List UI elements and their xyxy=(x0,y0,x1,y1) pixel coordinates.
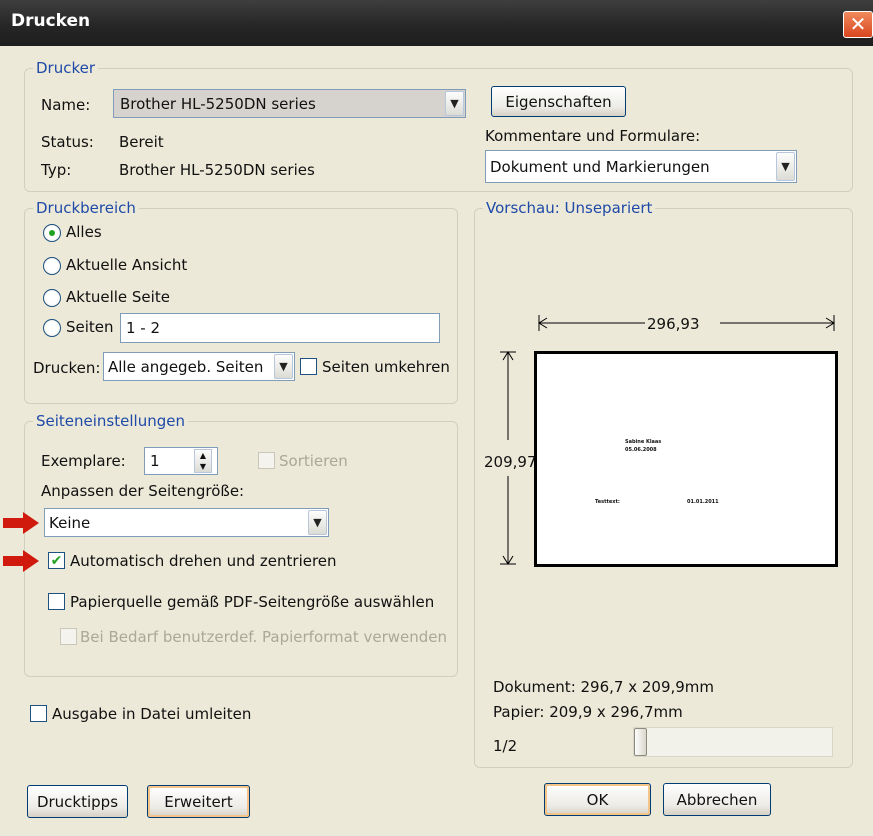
output-to-file-checkbox[interactable] xyxy=(30,705,47,722)
preview-text-date: 05.06.2008 xyxy=(625,447,657,453)
printer-group-legend: Drucker xyxy=(33,59,99,77)
fit-page-size-value: Keine xyxy=(49,513,91,532)
reverse-pages-label[interactable]: Seiten umkehren xyxy=(322,358,450,376)
printer-type-value: Brother HL-5250DN series xyxy=(119,161,315,179)
red-arrow-icon xyxy=(3,512,39,534)
copies-spinner[interactable]: ▲ ▼ xyxy=(194,449,212,473)
chevron-down-icon[interactable]: ▼ xyxy=(776,152,795,181)
ok-button[interactable]: OK xyxy=(544,783,651,816)
paper-source-label[interactable]: Papierquelle gemäß PDF-Seitengröße auswä… xyxy=(70,593,434,611)
comments-forms-value: Dokument und Markierungen xyxy=(490,157,710,176)
collate-label: Sortieren xyxy=(279,452,348,470)
preview-text-name: Sabine Klaas xyxy=(625,439,662,445)
autorotate-checkbox[interactable]: ✔ xyxy=(48,552,65,569)
printer-status-label: Status: xyxy=(41,133,94,151)
spin-down-icon[interactable]: ▼ xyxy=(200,462,206,471)
fit-page-size-select[interactable]: Keine ▼ xyxy=(44,508,329,537)
printer-name-label: Name: xyxy=(41,96,91,114)
radio-all-label[interactable]: Alles xyxy=(66,223,102,241)
radio-current-page[interactable] xyxy=(43,289,61,307)
chevron-down-icon[interactable]: ▼ xyxy=(445,91,464,116)
window-title: Drucken xyxy=(11,11,91,31)
preview-text-left: Testtext: xyxy=(595,499,620,505)
close-button[interactable]: ✕ xyxy=(843,11,873,38)
comments-forms-select[interactable]: Dokument und Markierungen ▼ xyxy=(485,150,797,183)
page-setup-legend: Seiteneinstellungen xyxy=(33,412,188,430)
fit-page-size-label: Anpassen der Seitengröße: xyxy=(41,482,245,500)
custom-paper-label: Bei Bedarf benutzerdef. Papierformat ver… xyxy=(80,628,448,646)
copies-label: Exemplare: xyxy=(41,452,126,470)
preview-text-right: 01.01.2011 xyxy=(687,499,719,505)
print-subset-label: Drucken: xyxy=(33,359,101,377)
paper-size-info: Papier: 209,9 x 296,7mm xyxy=(493,703,683,721)
page-slider-track[interactable] xyxy=(633,727,833,757)
printer-status-value: Bereit xyxy=(119,133,164,151)
custom-paper-checkbox[interactable] xyxy=(60,628,77,645)
spin-up-icon[interactable]: ▲ xyxy=(200,451,206,460)
paper-source-checkbox[interactable] xyxy=(48,593,65,610)
document-size-info: Dokument: 296,7 x 209,9mm xyxy=(493,678,715,696)
checkmark-icon: ✔ xyxy=(50,552,63,569)
print-subset-select[interactable]: Alle angegeb. Seiten ▼ xyxy=(103,352,295,381)
print-range-legend: Druckbereich xyxy=(33,199,139,217)
close-icon: ✕ xyxy=(849,12,867,36)
print-tips-button[interactable]: Drucktipps xyxy=(27,785,128,818)
chevron-down-icon[interactable]: ▼ xyxy=(274,354,293,379)
autorotate-label[interactable]: Automatisch drehen und zentrieren xyxy=(70,552,337,570)
printer-name-value: Brother HL-5250DN series xyxy=(120,94,316,113)
advanced-button[interactable]: Erweitert xyxy=(147,785,250,818)
radio-current-view[interactable] xyxy=(43,257,61,275)
cancel-button[interactable]: Abbrechen xyxy=(663,783,771,816)
output-to-file-label[interactable]: Ausgabe in Datei umleiten xyxy=(52,705,251,723)
properties-button[interactable]: Eigenschaften xyxy=(491,86,626,117)
preview-legend: Vorschau: Unsepariert xyxy=(483,199,656,217)
width-dimension-value: 296,93 xyxy=(645,315,702,333)
print-subset-value: Alle angegeb. Seiten xyxy=(108,357,264,376)
page-counter: 1/2 xyxy=(493,737,518,755)
printer-type-label: Typ: xyxy=(41,161,72,179)
radio-pages-label[interactable]: Seiten xyxy=(66,318,114,336)
red-arrow-icon xyxy=(3,550,39,572)
printer-name-select[interactable]: Brother HL-5250DN series ▼ xyxy=(113,89,466,118)
collate-checkbox[interactable] xyxy=(258,452,275,469)
radio-current-view-label[interactable]: Aktuelle Ansicht xyxy=(66,256,187,274)
page-slider-thumb[interactable] xyxy=(634,728,647,756)
height-dimension-value: 209,97 xyxy=(484,453,537,471)
chevron-down-icon[interactable]: ▼ xyxy=(308,510,327,535)
reverse-pages-checkbox[interactable] xyxy=(300,358,317,375)
comments-forms-label: Kommentare und Formulare: xyxy=(485,127,701,145)
pages-range-input[interactable]: 1 - 2 xyxy=(120,313,440,343)
radio-pages[interactable] xyxy=(43,319,61,337)
radio-current-page-label[interactable]: Aktuelle Seite xyxy=(66,288,170,306)
preview-page: Sabine Klaas 05.06.2008 Testtext: 01.01.… xyxy=(534,351,838,567)
radio-all[interactable] xyxy=(43,224,61,242)
title-bar: Drucken ✕ xyxy=(0,0,873,46)
